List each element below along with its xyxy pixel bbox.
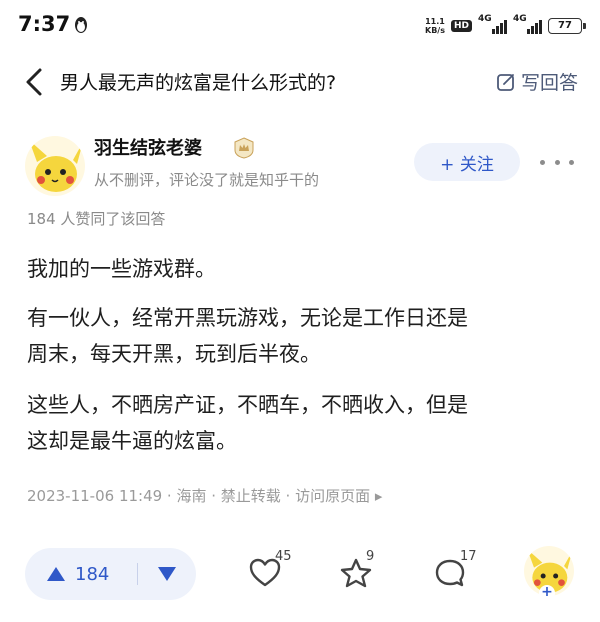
- answer-paragraph-3-line-2: 这却是最牛逼的炫富。: [27, 429, 237, 453]
- answer-paragraph-2-line-2: 周末，每天开黑，玩到后半夜。: [27, 342, 321, 366]
- answer-paragraph-1: 我加的一些游戏群。: [27, 257, 216, 281]
- upvote-triangle-icon: [47, 567, 65, 581]
- signal-1-label: 4G: [478, 14, 492, 24]
- status-bar: 7:37 11.1 KB/s HD 4G 4G 77: [0, 0, 600, 56]
- hd-voice-badge: HD: [450, 20, 472, 32]
- network-speed-value: 11.1: [425, 17, 445, 26]
- comment-button[interactable]: 17: [430, 549, 480, 598]
- heart-count: 45: [275, 549, 292, 564]
- more-options-icon[interactable]: [540, 154, 574, 170]
- author-name[interactable]: 羽生结弦老婆: [94, 134, 202, 160]
- network-speed-unit: KB/s: [425, 26, 445, 35]
- signal-1-icon: 4G: [478, 14, 507, 34]
- write-answer-button[interactable]: 写回答: [496, 68, 578, 95]
- favorite-count: 9: [366, 549, 375, 564]
- add-plus-icon[interactable]: +: [539, 585, 555, 601]
- downvote-button[interactable]: [138, 567, 196, 581]
- upvote-count: 184: [75, 563, 110, 585]
- signal-2-label: 4G: [513, 14, 527, 24]
- answer-paragraph-2-line-1: 有一伙人，经常开黑玩游戏，无论是工作日还是: [27, 306, 468, 330]
- comment-count: 17: [460, 549, 477, 564]
- battery-level: 77: [548, 18, 582, 34]
- favorite-button[interactable]: 9: [336, 549, 386, 598]
- pikachu-avatar-icon: [25, 136, 85, 196]
- like-button[interactable]: 45: [245, 549, 295, 598]
- qq-penguin-icon: [75, 17, 87, 33]
- author-bio: 从不删评，评论没了就是知乎干的: [94, 171, 320, 189]
- answer-meta[interactable]: 2023-11-06 11:49 · 海南 · 禁止转载 · 访问原页面 ▸: [27, 485, 382, 506]
- vote-group: 184: [25, 548, 196, 600]
- edit-icon: [497, 73, 514, 91]
- battery-icon: 77: [548, 18, 586, 34]
- follow-button[interactable]: + 关注: [414, 143, 520, 181]
- back-arrow-icon[interactable]: [20, 66, 48, 98]
- upvote-button[interactable]: 184: [25, 564, 137, 585]
- question-title[interactable]: 男人最无声的炫富是什么形式的?: [60, 68, 336, 95]
- follow-button-label: + 关注: [440, 154, 494, 175]
- upvote-summary: 184 人赞同了该回答: [27, 210, 166, 228]
- nav-bar: 男人最无声的炫富是什么形式的? 写回答: [0, 56, 600, 108]
- write-answer-label: 写回答: [520, 72, 578, 94]
- creator-crown-badge-icon: [234, 137, 254, 159]
- network-speed: 11.1 KB/s: [425, 17, 445, 35]
- downvote-triangle-icon: [158, 567, 176, 581]
- status-indicators: 11.1 KB/s HD 4G 4G 77: [425, 13, 586, 39]
- answer-paragraph-3-line-1: 这些人，不晒房产证，不晒车，不晒收入，但是: [27, 393, 468, 417]
- status-time: 7:37: [18, 12, 71, 36]
- author-avatar[interactable]: [25, 136, 85, 196]
- signal-2-icon: 4G: [513, 14, 542, 34]
